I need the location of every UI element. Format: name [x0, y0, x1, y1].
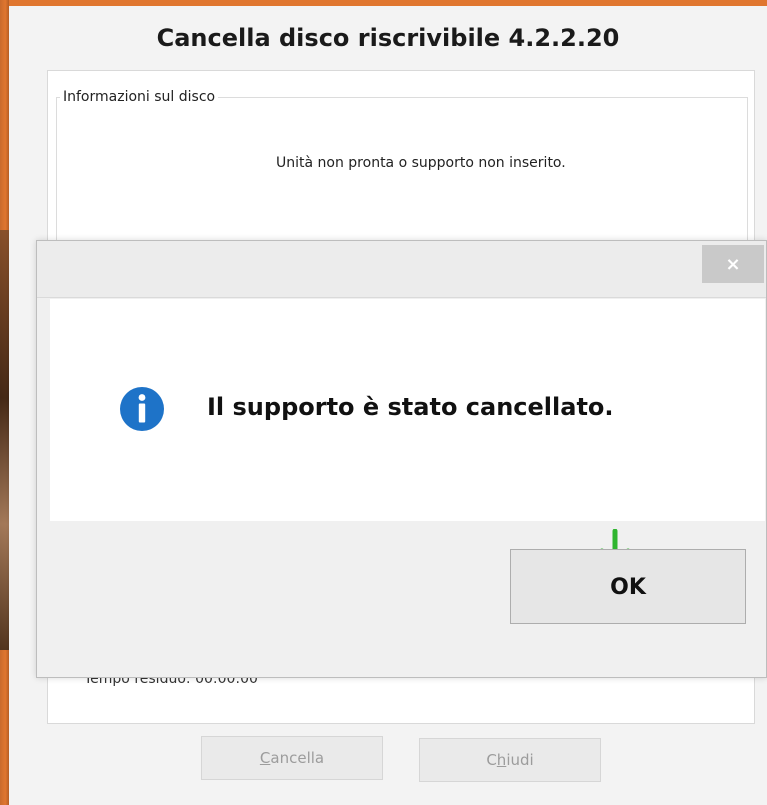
dialog-footer: OK	[50, 521, 765, 673]
message-dialog: × Il supporto è stato cancellato. OK	[36, 240, 767, 678]
ok-button-label: OK	[610, 575, 646, 600]
dialog-titlebar: ×	[37, 241, 766, 298]
dialog-body: Il supporto è stato cancellato.	[50, 299, 765, 521]
main-window-title: Cancella disco riscrivibile 4.2.2.20	[156, 24, 620, 52]
close-button-label-start: C	[486, 751, 497, 769]
close-button-label: iudi	[506, 751, 534, 769]
info-icon	[120, 387, 164, 431]
erase-button[interactable]: Cancella	[201, 736, 383, 780]
ok-button[interactable]: OK	[510, 549, 746, 624]
desktop-background-strip	[0, 230, 9, 650]
close-icon: ×	[725, 253, 741, 275]
screen: Cancella disco riscrivibile 4.2.2.20 Inf…	[0, 0, 767, 805]
dialog-close-button[interactable]: ×	[702, 245, 764, 283]
group-box-label: Informazioni sul disco	[60, 89, 219, 105]
erase-button-label: ancella	[270, 749, 325, 767]
dialog-message: Il supporto è stato cancellato.	[207, 393, 614, 421]
close-button-mnemonic: h	[496, 751, 507, 769]
drive-status-text: Unità non pronta o supporto non inserito…	[276, 155, 566, 171]
erase-button-mnemonic: C	[259, 749, 271, 767]
close-button[interactable]: Ch iudi	[419, 738, 601, 782]
